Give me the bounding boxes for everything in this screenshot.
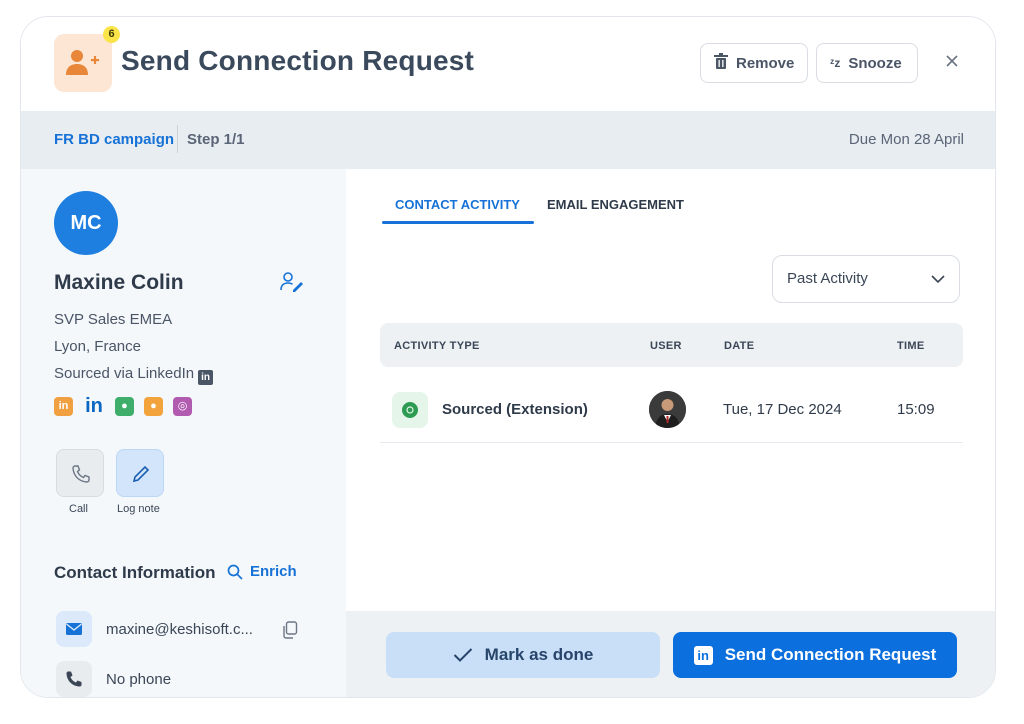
send-connection-request-button[interactable]: in Send Connection Request (673, 632, 957, 678)
activity-filter-select[interactable]: Past Activity (772, 255, 960, 303)
enrich-label: Enrich (250, 563, 297, 580)
call-button[interactable] (56, 449, 104, 497)
send-connection-request-label: Send Connection Request (724, 645, 937, 664)
source-icons: in in ● ● ◎ (54, 396, 192, 416)
enrich-button[interactable]: Enrich (227, 563, 297, 580)
campaign-bar: FR BD campaign Step 1/1 Due Mon 28 April (21, 111, 995, 169)
column-header: DATE (724, 340, 755, 352)
contact-source: Sourced via LinkedIn in (54, 365, 214, 385)
campaign-step: Step 1/1 (187, 131, 245, 148)
edit-contact-icon[interactable] (280, 272, 304, 297)
campaign-link[interactable]: FR BD campaign (54, 131, 174, 148)
column-header: TIME (897, 340, 925, 352)
avatar: MC (54, 191, 118, 255)
chevron-down-icon (931, 275, 945, 284)
close-icon[interactable] (942, 51, 962, 71)
contact-info-heading: Contact Information (54, 563, 216, 582)
action-footer: Mark as done in Send Connection Request (346, 611, 995, 697)
tab-contact-activity[interactable]: CONTACT ACTIVITY (395, 197, 520, 212)
copy-icon[interactable] (282, 621, 298, 644)
source-text: Sourced via LinkedIn (54, 365, 195, 382)
linkedin-icon: in (693, 645, 713, 665)
filter-value: Past Activity (787, 270, 868, 287)
contact-card-green-icon[interactable]: ● (115, 397, 134, 416)
check-icon (453, 648, 472, 662)
log-note-label: Log note (117, 503, 160, 515)
phone-value: No phone (106, 671, 172, 688)
activity-time: 15:09 (897, 401, 935, 418)
activity-type: Sourced (Extension) (442, 401, 588, 418)
due-date: Due Mon 28 April (848, 131, 964, 148)
tab-email-engagement[interactable]: EMAIL ENGAGEMENT (547, 197, 684, 212)
contact-name: Maxine Colin (54, 271, 184, 294)
chrome-extension-icon (392, 392, 428, 428)
email-value[interactable]: maxine@keshisoft.c... (106, 621, 253, 638)
divider (177, 125, 178, 153)
snooze-icon: ᶻz (830, 56, 841, 70)
task-modal: 6 Send Connection Request Remove ᶻz Snoo… (20, 16, 996, 698)
column-header: ACTIVITY TYPE (394, 340, 480, 352)
contact-card-orange-icon[interactable]: ● (144, 397, 163, 416)
user-avatar (649, 391, 686, 428)
activity-date: Tue, 17 Dec 2024 (723, 401, 842, 418)
mark-as-done-button[interactable]: Mark as done (386, 632, 660, 678)
remove-label: Remove (736, 54, 795, 72)
modal-title: Send Connection Request (121, 45, 475, 76)
task-count-badge: 6 (103, 26, 120, 43)
linkedin-sales-nav-icon[interactable]: in (54, 397, 73, 416)
trash-icon (714, 53, 728, 73)
contact-title: SVP Sales EMEA (54, 311, 173, 328)
search-icon (227, 564, 243, 580)
contact-panel: MC Maxine Colin SVP Sales EMEA Lyon, Fra… (21, 169, 346, 697)
phone-icon (56, 661, 92, 697)
activity-table-header: ACTIVITY TYPE USER DATE TIME (380, 323, 963, 367)
mail-icon (56, 611, 92, 647)
snooze-button[interactable]: ᶻz Snooze (816, 43, 918, 83)
snooze-label: Snooze (848, 54, 902, 72)
remove-button[interactable]: Remove (700, 43, 808, 83)
column-header: USER (650, 340, 682, 352)
contact-location: Lyon, France (54, 338, 141, 355)
active-tab-indicator (382, 221, 534, 224)
add-user-task-icon (54, 34, 112, 92)
fingerprint-icon[interactable]: ◎ (173, 397, 192, 416)
call-label: Call (69, 503, 88, 515)
linkedin-icon: in (198, 370, 214, 385)
modal-header: 6 Send Connection Request Remove ᶻz Snoo… (21, 17, 995, 111)
mark-as-done-label: Mark as done (484, 645, 594, 664)
table-row: Sourced (Extension) Tue, 17 Dec 2024 15:… (380, 377, 963, 443)
log-note-button[interactable] (116, 449, 164, 497)
linkedin-profile-icon[interactable]: in (83, 396, 105, 416)
